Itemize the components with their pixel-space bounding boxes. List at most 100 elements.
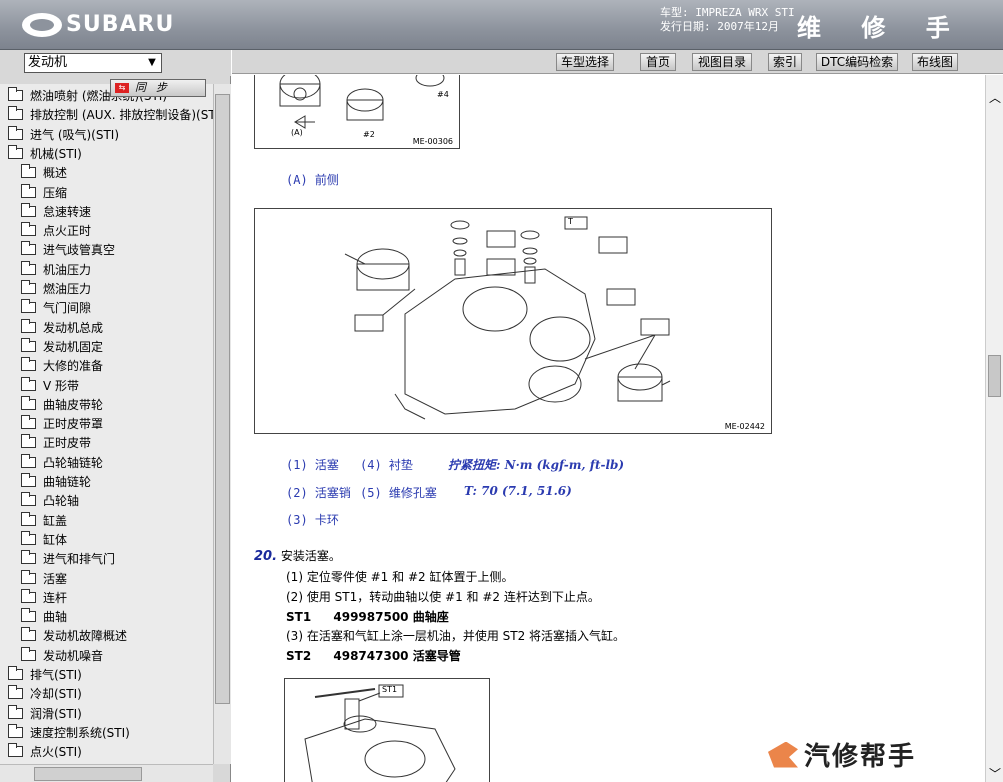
- index-button[interactable]: 索引: [768, 53, 802, 71]
- st2-line: ST2 498747300 活塞导管: [286, 647, 461, 664]
- tree-item[interactable]: 曲轴皮带轮: [21, 395, 103, 414]
- tree-item[interactable]: 曲轴: [21, 607, 67, 626]
- tree-item[interactable]: 凸轮轴: [21, 491, 79, 510]
- folder-icon: [8, 144, 23, 159]
- tree-item[interactable]: 排放控制 (AUX. 排放控制设备)(STI): [8, 105, 213, 124]
- caption-front-side: (A) 前侧: [286, 173, 339, 187]
- st1-line: ST1 499987500 曲轴座: [286, 608, 449, 625]
- figure-crankshaft-tool: ST1: [284, 678, 490, 782]
- folder-icon: [21, 530, 36, 545]
- piston-assembly-drawing: [344, 216, 671, 420]
- sync-label: 同步: [135, 81, 177, 94]
- legend-gasket: (4) 衬垫: [360, 458, 413, 472]
- tree-item[interactable]: 缸盖: [21, 511, 67, 530]
- scroll-thumb[interactable]: [34, 767, 142, 781]
- torque-value: T: 70 (7.1, 51.6): [464, 484, 572, 498]
- tree-horizontal-scrollbar[interactable]: [0, 764, 213, 782]
- tree-item[interactable]: 点火正时: [21, 221, 91, 240]
- tree-item[interactable]: 曲轴链轮: [21, 472, 91, 491]
- section-select-bar: 发动机 ▼: [0, 50, 231, 76]
- tree-item[interactable]: 发动机总成: [21, 318, 103, 337]
- manual-content: (A) #2 #4 ME-00306 (A) 前侧 T ME-02442 (1)…: [232, 75, 985, 782]
- folder-icon: [8, 125, 23, 140]
- tree-item-label: 速度控制系统(STI): [30, 725, 130, 740]
- legend-piston-pin: (2) 活塞销: [286, 486, 351, 500]
- tree-item-label: 凸轮轴: [43, 494, 80, 509]
- tree-item[interactable]: 凸轮轴链轮: [21, 453, 103, 472]
- tool-st1-label: ST1: [382, 685, 398, 694]
- tree-item[interactable]: 进气 (吸气)(STI): [8, 125, 119, 144]
- legend-snap-ring: (3) 卡环: [286, 513, 339, 527]
- tree-item[interactable]: 气门间隙: [21, 298, 91, 317]
- tree-item[interactable]: 速度控制系统(STI): [8, 723, 130, 742]
- tree-item[interactable]: 活塞: [21, 569, 67, 588]
- tree-item[interactable]: 机械(STI): [8, 144, 82, 163]
- tree-item[interactable]: 缸体: [21, 530, 67, 549]
- scroll-down-icon[interactable]: ﹀: [989, 765, 1001, 782]
- sync-button[interactable]: ⇆ 同步: [110, 79, 206, 97]
- tree-item-label: 进气歧管真空: [43, 243, 116, 258]
- chevron-down-icon[interactable]: ▼: [145, 56, 159, 70]
- tree-item[interactable]: 正时皮带罩: [21, 414, 103, 433]
- tree-item[interactable]: 进气和排气门: [21, 549, 115, 568]
- tree-item-label: 排气(STI): [30, 668, 82, 682]
- home-button[interactable]: 首页: [640, 53, 676, 71]
- torque-t-label: T: [568, 217, 573, 226]
- st1-part: 499987500 曲轴座: [333, 610, 449, 624]
- vehicle-select-button[interactable]: 车型选择: [556, 53, 614, 71]
- wiring-diagram-button[interactable]: 布线图: [912, 53, 958, 71]
- tree-item-label: 概述: [43, 166, 68, 181]
- tree-item[interactable]: 排气(STI): [8, 665, 82, 684]
- st2-code: ST2: [286, 649, 312, 663]
- tree-item-label: V 形带: [43, 378, 80, 393]
- folder-icon: [21, 569, 36, 584]
- tree-item-label: 润滑(STI): [30, 706, 82, 721]
- content-vertical-scrollbar[interactable]: ︿ ﹀: [985, 75, 1003, 782]
- scroll-up-icon[interactable]: ︿: [989, 89, 1001, 106]
- tree-item[interactable]: 机油压力: [21, 260, 91, 279]
- tree-item[interactable]: 润滑(STI): [8, 704, 82, 723]
- folder-icon: [21, 550, 36, 565]
- app-header: SUBARU 车型: IMPREZA WRX STI 发行日期: 2007年12…: [0, 0, 1003, 77]
- folder-icon: [8, 87, 23, 101]
- folder-icon: [21, 608, 36, 623]
- st1-code: ST1: [286, 610, 312, 624]
- issue-date-label: 发行日期: 2007年12月: [660, 20, 779, 33]
- tree-item-label: 怠速转速: [43, 204, 92, 219]
- substep-1: (1) 定位零件使 #1 和 #2 缸体置于上侧。: [286, 570, 514, 584]
- tree-vertical-scrollbar[interactable]: [213, 84, 231, 764]
- tree-item-label: 正时皮带罩: [43, 417, 104, 432]
- substep-2: (2) 使用 ST1，转动曲轴以使 #1 和 #2 连杆达到下止点。: [286, 590, 600, 604]
- section-select[interactable]: 发动机 ▼: [24, 53, 162, 73]
- scroll-thumb[interactable]: [988, 355, 1001, 397]
- tree-item[interactable]: 连杆: [21, 588, 67, 607]
- tree-item[interactable]: 发动机噪音: [21, 646, 103, 665]
- tree-item[interactable]: 压缩: [21, 183, 67, 202]
- st2-part: 498747300 活塞导管: [333, 649, 461, 663]
- tree-item[interactable]: 点火(STI): [8, 742, 82, 761]
- watermark-logo-icon: [768, 741, 798, 768]
- tree-item[interactable]: 概述: [21, 163, 67, 182]
- tree-item[interactable]: 燃油压力: [21, 279, 91, 298]
- legend-piston: (1) 活塞: [286, 458, 339, 472]
- watermark-text: 汽修帮手: [804, 742, 917, 772]
- tree-item-label: 凸轮轴链轮: [43, 455, 104, 470]
- car-model-label: 车型: IMPREZA WRX STI: [660, 6, 795, 19]
- folder-icon: [21, 241, 36, 256]
- tree-item[interactable]: 发动机故障概述: [21, 626, 127, 645]
- view-contents-button[interactable]: 视图目录: [692, 53, 752, 71]
- dtc-search-button[interactable]: DTC编码检索: [816, 53, 898, 71]
- tree-item[interactable]: 怠速转速: [21, 202, 91, 221]
- folder-icon: [21, 627, 36, 642]
- folder-icon: [21, 646, 36, 661]
- tree-item[interactable]: V 形带: [21, 376, 79, 395]
- tree-item[interactable]: 正时皮带: [21, 433, 91, 452]
- tree-item-label: 发动机噪音: [43, 648, 104, 663]
- tree-item-label: 缸盖: [43, 513, 68, 528]
- tree-item[interactable]: 进气歧管真空: [21, 240, 115, 259]
- tree-item[interactable]: 冷却(STI): [8, 684, 82, 703]
- tree-item-label: 排放控制 (AUX. 排放控制设备)(STI): [30, 108, 213, 123]
- tree-item[interactable]: 大修的准备: [21, 356, 103, 375]
- tree-item[interactable]: 发动机固定: [21, 337, 103, 356]
- scroll-thumb[interactable]: [215, 94, 230, 704]
